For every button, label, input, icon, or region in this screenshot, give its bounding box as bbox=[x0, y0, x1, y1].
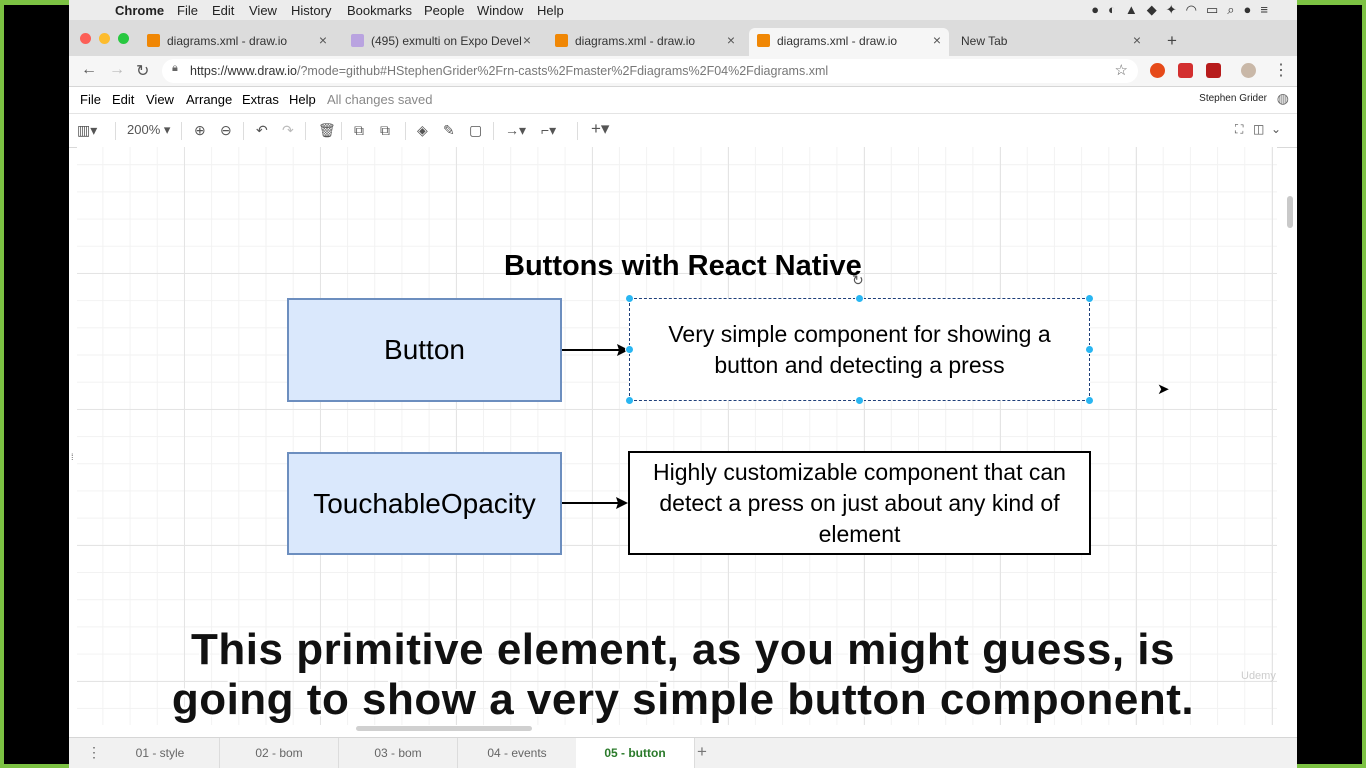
resize-handle-n[interactable] bbox=[855, 294, 864, 303]
resize-handle-ne[interactable] bbox=[1085, 294, 1094, 303]
page-tabs-bar: ⋮ 01 - style 02 - bom 03 - bom 04 - even… bbox=[69, 737, 1297, 768]
rotate-handle-icon[interactable]: ↻ bbox=[852, 272, 864, 289]
resize-handle-se[interactable] bbox=[1085, 396, 1094, 405]
resize-handle-sw[interactable] bbox=[625, 396, 634, 405]
resize-handle-s[interactable] bbox=[855, 396, 864, 405]
connector-arrow-button[interactable] bbox=[562, 344, 629, 356]
page-tab-05-button[interactable]: 05 - button bbox=[576, 738, 695, 768]
resize-handle-e[interactable] bbox=[1085, 345, 1094, 354]
connector-arrow-touchableopacity[interactable] bbox=[562, 497, 628, 509]
video-subtitle: This primitive element, as you might gue… bbox=[69, 625, 1297, 725]
page-tab-02-bom[interactable]: 02 - bom bbox=[220, 738, 339, 768]
page-tab-01-style[interactable]: 01 - style bbox=[101, 738, 220, 768]
mouse-cursor-icon: ➤ bbox=[1157, 381, 1170, 398]
resize-handle-nw[interactable] bbox=[625, 294, 634, 303]
subtitle-line-2: going to show a very simple button compo… bbox=[171, 675, 1195, 724]
subtitle-line-1: This primitive element, as you might gue… bbox=[191, 625, 1175, 674]
page-tab-03-bom[interactable]: 03 - bom bbox=[339, 738, 458, 768]
udemy-watermark: Udemy bbox=[1241, 670, 1276, 682]
screen: Chrome File Edit View History Bookmarks … bbox=[69, 0, 1297, 768]
pages-menu-icon[interactable]: ⋮ bbox=[87, 744, 101, 761]
resize-handle-w[interactable] bbox=[625, 345, 634, 354]
add-page-plus-icon[interactable]: + bbox=[697, 742, 707, 762]
page-tab-04-events[interactable]: 04 - events bbox=[458, 738, 577, 768]
